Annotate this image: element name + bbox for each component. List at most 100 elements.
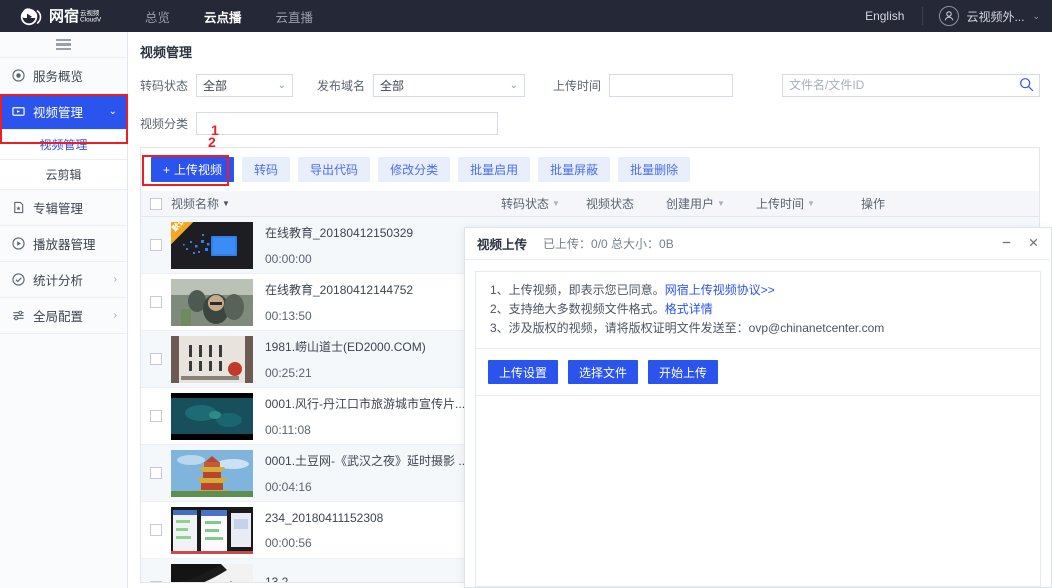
notice-text-2: 2、支持绝大多数视频文件格式。 [490,302,665,316]
col-upload-time-label: 上传时间 [756,197,805,211]
brand-logo-area[interactable]: 网宿 云视频 CloudV [0,3,118,29]
sidebar-subitem-video-management[interactable]: 视频管理 [0,130,127,160]
col-operation-label: 操作 [861,197,886,211]
chevron-right-icon: › [113,310,117,321]
top-header: 网宿 云视频 CloudV 总览 云点播 云直播 English 云视频外...… [0,0,1052,32]
sidebar-label-video-management: 视频管理 [33,106,84,120]
search-input[interactable] [782,73,1040,97]
format-details-link[interactable]: 格式详情 [665,302,713,316]
publish-domain-select[interactable]: 全部 ⌄ [373,73,526,97]
video-thumbnail[interactable] [171,506,253,554]
video-name: 13.2 [265,574,289,583]
batch-block-button[interactable]: 批量屏蔽 [538,157,611,182]
plus-icon: + [163,162,171,177]
sort-caret-icon[interactable]: ▼ [552,199,560,208]
video-thumbnail[interactable] [171,449,253,497]
video-thumbnail[interactable] [171,563,253,582]
upload-time-label: 上传时间 [553,78,602,93]
select-file-button[interactable]: 选择文件 [568,360,639,384]
col-transcode-status[interactable]: 转码状态 ▼ [501,195,586,212]
sidebar-item-album-management[interactable]: 专辑管理 [0,190,127,226]
video-thumbnail[interactable] [171,278,253,326]
transcode-status-select[interactable]: 全部 ⌄ [196,73,294,97]
settings-icon [10,309,26,322]
row-thumbnail-cell [171,563,255,582]
col-video-status[interactable]: 视频状态 [586,195,666,212]
top-nav-vod[interactable]: 云点播 [187,0,259,32]
sort-caret-icon[interactable]: ▼ [717,199,725,208]
start-upload-button[interactable]: 开始上传 [648,360,719,384]
sidebar-subitem-cloud-editing[interactable]: 云剪辑 [0,160,127,190]
col-operation[interactable]: 操作 [861,195,941,212]
user-name: 云视频外... [966,9,1025,24]
col-create-user[interactable]: 创建用户 ▼ [666,195,756,212]
row-checkbox[interactable] [150,410,162,422]
video-thumbnail[interactable]: 默认 [171,221,253,269]
row-checkbox[interactable] [150,239,162,251]
row-checkbox[interactable] [150,524,162,536]
video-name: 1981.崂山道士(ED2000.COM) [265,340,426,354]
row-thumbnail-cell [171,392,255,440]
sidebar-item-service-overview[interactable]: 服务概览 [0,58,127,94]
language-switch[interactable]: English [847,9,922,23]
sidebar-label-album-management: 专辑管理 [33,202,84,216]
upload-settings-button[interactable]: 上传设置 [488,360,559,384]
col-video-name[interactable]: 视频名称 ▼ [171,195,501,212]
top-nav-overview[interactable]: 总览 [128,0,187,32]
batch-enable-button[interactable]: 批量启用 [458,157,531,182]
notice-line-3: 3、涉及版权的视频，请将版权证明文件发送至：ovp@chinanetcenter… [490,319,1026,338]
sidebar-collapse-row [0,32,127,58]
row-thumbnail-cell [171,335,255,383]
video-thumbnail[interactable] [171,335,253,383]
filter-row-2: 视频分类 [140,107,1040,139]
transcode-status-value: 全部 [203,78,228,93]
search-icon[interactable] [1019,77,1034,95]
video-category-label: 视频分类 [140,116,189,131]
row-checkbox[interactable] [150,467,162,479]
col-video-status-label: 视频状态 [586,197,635,211]
avatar-icon [939,6,960,26]
dialog-upload-list-area[interactable] [475,396,1041,587]
row-checkbox[interactable] [150,296,162,308]
dialog-upload-status: 已上传：0/0 总大小：0B [543,237,674,251]
sidebar-label-statistics: 统计分析 [33,274,84,288]
row-checkbox[interactable] [150,581,162,582]
hamburger-icon[interactable] [56,38,71,51]
sidebar-item-statistics[interactable]: 统计分析 › [0,262,127,298]
user-menu[interactable]: 云视频外... ⌄ [923,6,1040,26]
chevron-down-icon: ⌄ [1032,10,1040,21]
row-thumbnail-cell: 默认 [171,221,255,269]
upload-time-input[interactable] [609,73,734,97]
batch-delete-button[interactable]: 批量删除 [618,157,691,182]
dialog-notice-box: 1、上传视频，即表示您已同意。网宿上传视频协议>> 2、支持绝大多数视频文件格式… [475,271,1041,349]
dashboard-icon [10,69,26,82]
export-code-button[interactable]: 导出代码 [298,157,371,182]
upload-agreement-link[interactable]: 网宿上传视频协议>> [665,283,775,297]
minimize-icon[interactable] [1001,237,1012,250]
transcode-button[interactable]: 转码 [242,157,291,182]
upload-dialog: 视频上传 已上传：0/0 总大小：0B 1、上传视频，即表示您已同意。网宿上传视… [464,227,1052,588]
notice-line-2: 2、支持绝大多数视频文件格式。格式详情 [490,300,1026,319]
sidebar-item-global-config[interactable]: 全局配置 › [0,298,127,334]
modify-category-button[interactable]: 修改分类 [378,157,451,182]
sort-caret-icon[interactable]: ▼ [222,199,230,208]
table-header-row: 视频名称 ▼ 转码状态 ▼ 视频状态 创建用户 ▼ 上传时间 ▼ 操作 [141,191,1039,217]
filter-row-1: 转码状态 全部 ⌄ 发布域名 全部 ⌄ 上传时间 [140,69,1040,101]
video-name: 在线教育_20180412150329 [265,226,414,240]
sidebar-item-player-management[interactable]: 播放器管理 [0,226,127,262]
sidebar-item-video-management[interactable]: 视频管理 ⌄ [0,94,127,130]
top-nav-live[interactable]: 云直播 [259,0,331,32]
video-thumbnail[interactable] [171,392,253,440]
select-all-checkbox[interactable] [150,197,162,210]
chevron-down-icon: ⌄ [277,79,287,91]
stats-icon [10,273,26,286]
col-upload-time[interactable]: 上传时间 ▼ [756,195,861,212]
row-checkbox[interactable] [150,353,162,365]
close-icon[interactable] [1028,237,1039,250]
video-category-input[interactable] [196,111,499,135]
brand-sub-en: CloudV [80,16,102,23]
sort-caret-icon[interactable]: ▼ [807,199,815,208]
upload-video-button[interactable]: + 上传视频 [151,157,235,182]
col-create-user-label: 创建用户 [666,197,715,211]
video-name: 234_20180411152308 [265,510,384,525]
